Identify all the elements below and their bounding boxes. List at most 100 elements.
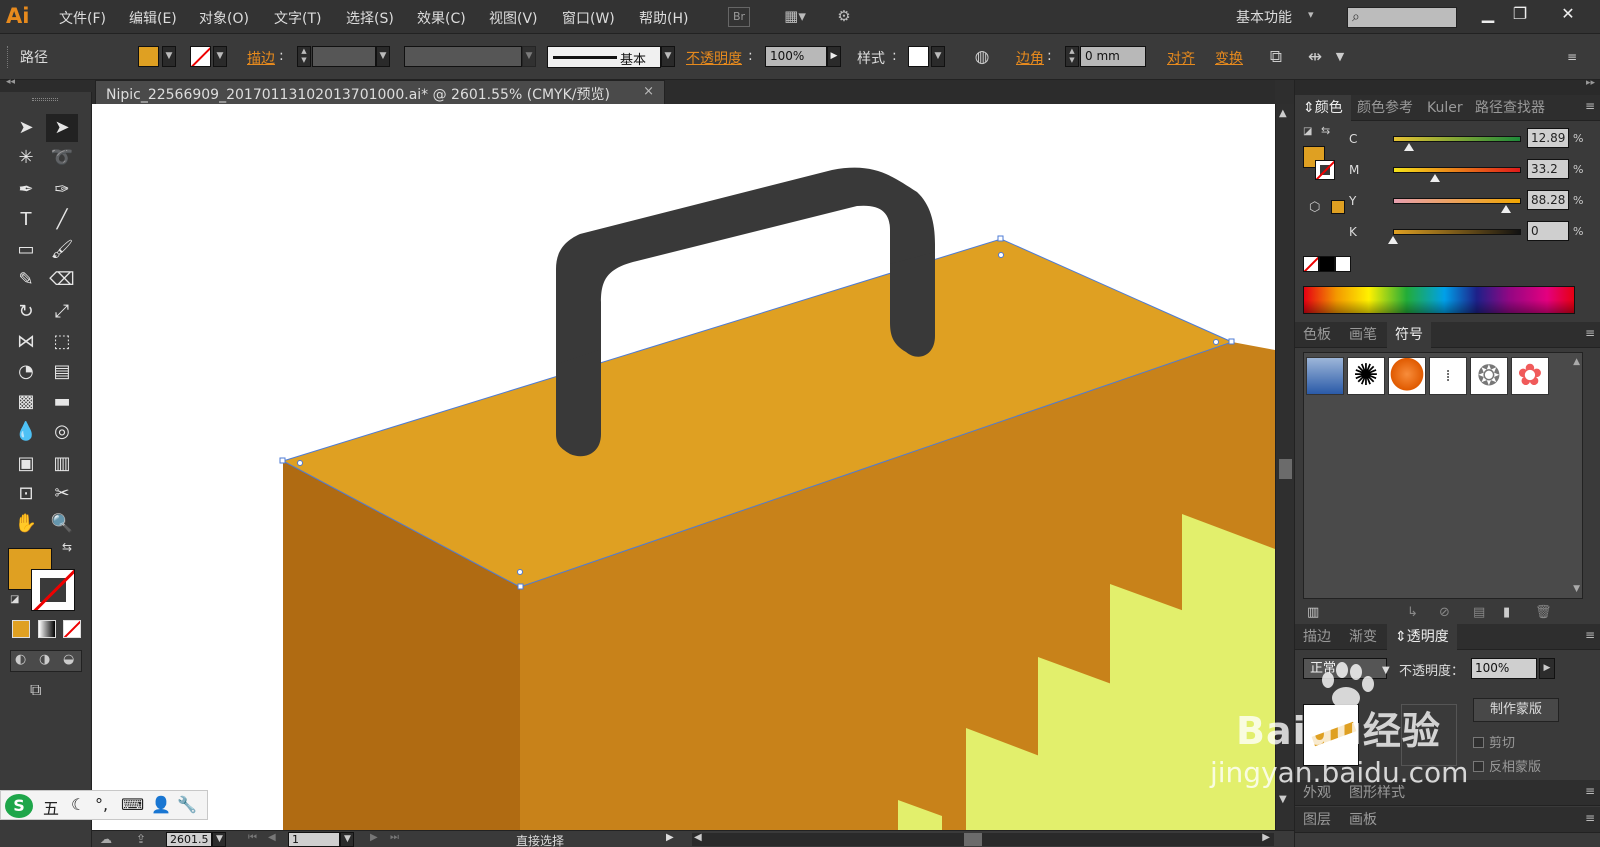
- yellow-value-field[interactable]: 88.28: [1527, 190, 1569, 210]
- menu-help[interactable]: 帮助(H): [639, 8, 688, 28]
- anchor-point[interactable]: [1228, 338, 1235, 345]
- draw-normal-icon[interactable]: ◐: [15, 652, 26, 667]
- chevron-down-icon[interactable]: ▾: [1308, 8, 1314, 21]
- panel-menu-icon[interactable]: ≡: [1585, 784, 1595, 798]
- user-icon[interactable]: 👤: [151, 795, 171, 814]
- anchor-point[interactable]: [997, 235, 1004, 242]
- stroke-color-box[interactable]: [31, 569, 75, 611]
- opacity-arrow[interactable]: ▶: [827, 46, 841, 67]
- black-slider-thumb[interactable]: [1388, 236, 1398, 244]
- fill-swatch[interactable]: [138, 46, 159, 67]
- scroll-right-icon[interactable]: ▶: [1262, 832, 1270, 843]
- menu-type[interactable]: 文字(T): [274, 8, 321, 28]
- tab-gradient[interactable]: 渐变: [1341, 624, 1385, 650]
- symbol-libraries-icon[interactable]: ▥: [1307, 605, 1319, 620]
- status-menu-arrow[interactable]: ▶: [666, 832, 674, 843]
- anchor-point[interactable]: [517, 583, 524, 590]
- tab-brushes[interactable]: 画笔: [1341, 322, 1385, 348]
- lasso-tool-icon[interactable]: ➰: [46, 144, 78, 172]
- place-symbol-icon[interactable]: ↳: [1407, 605, 1418, 620]
- toolbar-header[interactable]: ◂◂: [0, 77, 92, 92]
- magenta-slider-thumb[interactable]: [1430, 174, 1441, 182]
- stroke-panel-link[interactable]: 描边: [247, 48, 275, 68]
- isolate-selection-icon[interactable]: ⧉: [1264, 46, 1288, 68]
- menu-file[interactable]: 文件(F): [59, 8, 106, 28]
- type-tool-icon[interactable]: T: [10, 206, 42, 234]
- pencil-tool-icon[interactable]: ✎: [10, 266, 42, 294]
- gradient-mode-button[interactable]: [38, 620, 56, 638]
- black-slider[interactable]: [1393, 229, 1521, 235]
- recolor-artwork-icon[interactable]: ◍: [970, 46, 994, 68]
- help-search-input[interactable]: ⌕: [1347, 7, 1457, 28]
- delete-symbol-icon[interactable]: 🗑: [1535, 605, 1552, 620]
- mesh-tool-icon[interactable]: ▩: [10, 388, 42, 416]
- stroke-swatch[interactable]: [190, 46, 211, 67]
- direct-selection-tool-icon[interactable]: ➤: [46, 114, 78, 142]
- new-symbol-icon[interactable]: ▮: [1503, 605, 1510, 620]
- none-mode-button[interactable]: [63, 620, 81, 638]
- restore-button[interactable]: ❐: [1500, 2, 1540, 26]
- tab-color[interactable]: ⇕颜色: [1295, 95, 1351, 121]
- cyan-slider[interactable]: [1393, 136, 1521, 142]
- swap-fill-stroke-icon[interactable]: ⇆: [62, 540, 72, 554]
- paintbrush-tool-icon[interactable]: 🖌: [46, 236, 78, 264]
- wrench-icon[interactable]: 🔧: [177, 795, 197, 814]
- slice-tool-icon[interactable]: ✂: [46, 480, 78, 508]
- tab-swatches[interactable]: 色板: [1295, 322, 1339, 348]
- center-point[interactable]: [297, 460, 303, 466]
- zoom-tool-icon[interactable]: 🔍: [46, 510, 78, 538]
- eyedropper-tool-icon[interactable]: 💧: [10, 418, 42, 446]
- panel-dock-header[interactable]: ▸▸: [1295, 78, 1600, 95]
- arrange-documents-icon[interactable]: ▦▾: [778, 7, 812, 27]
- align-link[interactable]: 对齐: [1167, 48, 1195, 68]
- selection-tool-icon[interactable]: ➤: [10, 114, 42, 142]
- rotate-tool-icon[interactable]: ↻: [10, 298, 42, 326]
- symbol-sprayer-tool-icon[interactable]: ▣: [10, 450, 42, 478]
- symbol-blue-banner[interactable]: [1306, 357, 1344, 395]
- swap-fill-stroke-icon[interactable]: ⇆: [1321, 124, 1330, 137]
- ime-logo[interactable]: S: [5, 794, 33, 818]
- tab-pathfinder[interactable]: 路径查找器: [1467, 95, 1553, 121]
- symbol-options-icon[interactable]: ▤: [1473, 605, 1485, 620]
- break-link-icon[interactable]: ⊘: [1439, 605, 1450, 620]
- last-artboard-icon[interactable]: ⏭: [390, 832, 399, 843]
- menu-object[interactable]: 对象(O): [199, 8, 249, 28]
- none-swatch[interactable]: [1303, 256, 1319, 272]
- eraser-tool-icon[interactable]: ⌫: [46, 266, 78, 294]
- scroll-up-icon[interactable]: ▲: [1573, 357, 1580, 367]
- share-icon[interactable]: ⇪: [136, 832, 146, 846]
- center-point[interactable]: [517, 569, 523, 575]
- color-spectrum[interactable]: [1303, 286, 1575, 314]
- menu-select[interactable]: 选择(S): [346, 8, 394, 28]
- cc-libraries-icon[interactable]: ☁: [100, 832, 112, 846]
- panel-grip[interactable]: [32, 98, 58, 101]
- scroll-left-icon[interactable]: ◀: [694, 832, 702, 843]
- first-artboard-icon[interactable]: ⏮: [248, 832, 257, 843]
- hand-tool-icon[interactable]: ✋: [10, 510, 42, 538]
- free-transform-tool-icon[interactable]: ⬚: [46, 328, 78, 356]
- zoom-field[interactable]: 2601.5: [166, 832, 212, 847]
- anchor-point[interactable]: [279, 457, 286, 464]
- opacity-arrow[interactable]: ▶: [1539, 658, 1555, 679]
- tab-stroke[interactable]: 描边: [1295, 624, 1339, 650]
- horizontal-scrollbar[interactable]: ◀ ▶: [692, 832, 1274, 846]
- magenta-slider[interactable]: [1393, 167, 1521, 173]
- cyan-value-field[interactable]: 12.89: [1527, 128, 1569, 148]
- width-tool-icon[interactable]: ⋈: [10, 328, 42, 356]
- artboard-canvas[interactable]: [92, 104, 1275, 830]
- brush-dropdown[interactable]: ▼: [661, 46, 675, 67]
- shape-builder-tool-icon[interactable]: ◔: [10, 358, 42, 386]
- yellow-slider-thumb[interactable]: [1500, 205, 1511, 213]
- draw-behind-icon[interactable]: ◑: [39, 652, 50, 667]
- black-swatch[interactable]: [1319, 256, 1335, 272]
- out-of-gamut-icon[interactable]: ⬡: [1309, 200, 1320, 215]
- panel-menu-icon[interactable]: ≡: [1585, 326, 1595, 340]
- magic-wand-tool-icon[interactable]: ✳: [10, 144, 42, 172]
- keyboard-icon[interactable]: ⌨: [121, 795, 144, 814]
- next-artboard-icon[interactable]: ▶: [370, 832, 378, 843]
- color-mode-button[interactable]: [12, 620, 30, 638]
- line-tool-icon[interactable]: ╱: [46, 206, 78, 234]
- blend-tool-icon[interactable]: ◎: [46, 418, 78, 446]
- variable-width-dropdown[interactable]: ▼: [522, 46, 536, 67]
- stroke-weight-spinner[interactable]: ▲ ▼: [297, 46, 311, 67]
